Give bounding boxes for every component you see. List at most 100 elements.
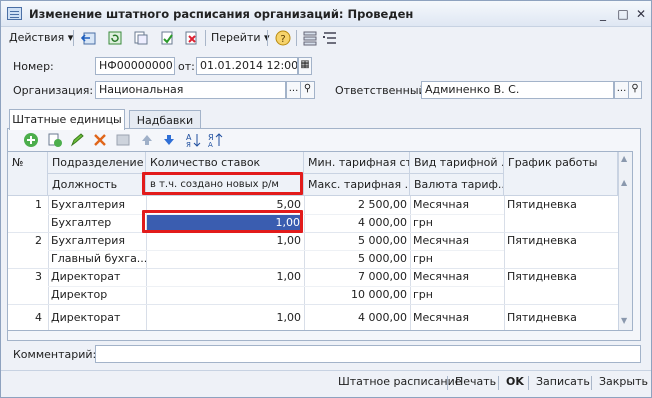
save-button[interactable]: Записать (536, 375, 590, 388)
column-header-min-rate[interactable]: Мин. тарифная ст... (304, 152, 410, 174)
edit-icon[interactable] (69, 132, 85, 148)
close-button[interactable]: Закрыть (599, 375, 648, 388)
add-row-icon[interactable] (23, 132, 39, 148)
highlight-frame (142, 210, 303, 233)
footer-separator (498, 376, 499, 390)
schedule-cell[interactable]: Пятидневка (504, 268, 618, 286)
vertical-scrollbar[interactable]: ▲ ▲ ▼ (618, 152, 632, 330)
number-field[interactable]: НФ000000001 (95, 57, 175, 75)
column-header-number[interactable]: № (8, 152, 48, 196)
column-header-department[interactable]: Подразделение (48, 152, 146, 174)
help-icon[interactable]: ? (275, 30, 291, 46)
post-icon[interactable] (159, 30, 175, 46)
copy-icon[interactable] (133, 30, 149, 46)
refresh-icon[interactable] (107, 30, 123, 46)
actions-menu[interactable]: Действия ▾ (9, 28, 73, 48)
department-cell[interactable]: Директорат (48, 268, 146, 286)
toolbar: Действия ▾ Перейти ▾ ? (1, 28, 651, 48)
back-icon[interactable] (81, 30, 97, 46)
column-header-rate-kind[interactable]: Вид тарифной ... (410, 152, 504, 174)
minimize-icon[interactable]: _ (595, 6, 611, 22)
list-settings-icon[interactable] (322, 30, 338, 46)
column-header-position[interactable]: Должность (48, 174, 146, 196)
print-button[interactable]: Печать (455, 375, 496, 388)
row-separator (8, 304, 618, 305)
row-number: 4 (35, 311, 42, 324)
min-rate-cell[interactable]: 7 000,00 (304, 268, 410, 286)
currency-cell[interactable]: грн (410, 250, 504, 268)
position-cell[interactable]: Бухгалтер (48, 214, 146, 232)
toolbar-separator (296, 30, 297, 46)
scroll-up-icon[interactable]: ▲ (621, 154, 627, 163)
department-cell[interactable]: Бухгалтерия (48, 196, 146, 214)
move-down-icon[interactable] (161, 132, 177, 148)
rate-count-cell[interactable]: 1,00 (146, 309, 304, 327)
department-cell[interactable]: Директорат (48, 309, 146, 327)
maximize-icon[interactable]: □ (615, 6, 631, 22)
schedule-cell[interactable]: Пятидневка (504, 232, 618, 250)
scroll-up-icon[interactable]: ▲ (621, 178, 627, 187)
responsible-label: Ответственный: (335, 84, 430, 97)
row-number: 1 (35, 198, 42, 211)
currency-cell[interactable]: грн (410, 214, 504, 232)
select-ellipsis-icon[interactable]: ... (614, 81, 629, 99)
schedule-cell[interactable]: Пятидневка (504, 309, 618, 327)
min-rate-cell[interactable]: 4 000,00 (304, 309, 410, 327)
tab-staff-units[interactable]: Штатные единицы (9, 109, 125, 130)
search-icon[interactable]: ⚲ (300, 81, 315, 99)
rate-count-cell[interactable]: 1,00 (146, 232, 304, 250)
copy-row-icon[interactable] (47, 132, 63, 148)
toolbar-separator (267, 30, 268, 46)
currency-cell[interactable]: грн (410, 286, 504, 304)
responsible-field[interactable]: Админенко В. С. (421, 81, 614, 99)
date-field[interactable]: 01.01.2014 12:00:00 (196, 57, 298, 75)
window-title: Изменение штатного расписания организаци… (29, 7, 414, 21)
sort-descending-icon[interactable]: ЯA (207, 132, 223, 148)
min-rate-cell[interactable]: 5 000,00 (304, 232, 410, 250)
number-label: Номер: (13, 60, 54, 73)
search-icon[interactable]: ⚲ (628, 81, 642, 99)
scroll-down-icon[interactable]: ▼ (621, 316, 627, 325)
column-header-rate-count[interactable]: Количество ставок (146, 152, 304, 174)
document-window: Изменение штатного расписания организаци… (0, 0, 652, 398)
min-rate-cell[interactable]: 2 500,00 (304, 196, 410, 214)
delete-icon[interactable] (92, 132, 108, 148)
svg-text:?: ? (280, 34, 285, 45)
rate-kind-cell[interactable]: Месячная (410, 196, 504, 214)
end-edit-icon[interactable] (115, 132, 131, 148)
schedule-cell[interactable]: Пятидневка (504, 196, 618, 214)
rate-kind-cell[interactable]: Месячная (410, 232, 504, 250)
staff-schedule-button[interactable]: Штатное расписание (338, 375, 462, 388)
department-cell[interactable]: Бухгалтерия (48, 232, 146, 250)
comment-field[interactable] (95, 345, 641, 363)
unpost-icon[interactable] (183, 30, 199, 46)
row-number: 2 (35, 234, 42, 247)
move-up-icon[interactable] (139, 132, 155, 148)
rate-count-cell[interactable]: 1,00 (146, 268, 304, 286)
select-ellipsis-icon[interactable]: ... (286, 81, 301, 99)
footer-bar: Штатное расписание Печать OK Записать За… (1, 370, 651, 398)
tab-allowances[interactable]: Надбавки (129, 110, 201, 130)
position-cell[interactable]: Директор (48, 286, 146, 304)
rate-kind-cell[interactable]: Месячная (410, 268, 504, 286)
document-icon (7, 7, 22, 20)
max-rate-cell[interactable]: 5 000,00 (304, 250, 410, 268)
max-rate-cell[interactable]: 10 000,00 (304, 286, 410, 304)
organization-field[interactable]: Национальная (95, 81, 286, 99)
svg-text:A: A (208, 141, 213, 148)
max-rate-cell[interactable]: 4 000,00 (304, 214, 410, 232)
sort-ascending-icon[interactable]: AЯ (185, 132, 201, 148)
position-cell[interactable]: Главный бухга... (48, 250, 146, 268)
column-header-schedule[interactable]: График работы (504, 152, 618, 196)
rate-kind-cell[interactable]: Месячная (410, 309, 504, 327)
calendar-icon[interactable]: ▦ (298, 57, 312, 75)
column-header-max-rate[interactable]: Макс. тарифная ... (304, 174, 410, 196)
column-header-rate-currency[interactable]: Валюта тариф... (410, 174, 504, 196)
structure-icon[interactable] (302, 30, 318, 46)
date-from-label: от: (178, 60, 195, 73)
row-number: 3 (35, 270, 42, 283)
close-icon[interactable]: ✕ (633, 6, 649, 22)
ok-button[interactable]: OK (506, 375, 524, 388)
toolbar-separator (205, 30, 206, 46)
goto-menu[interactable]: Перейти ▾ (211, 28, 270, 48)
